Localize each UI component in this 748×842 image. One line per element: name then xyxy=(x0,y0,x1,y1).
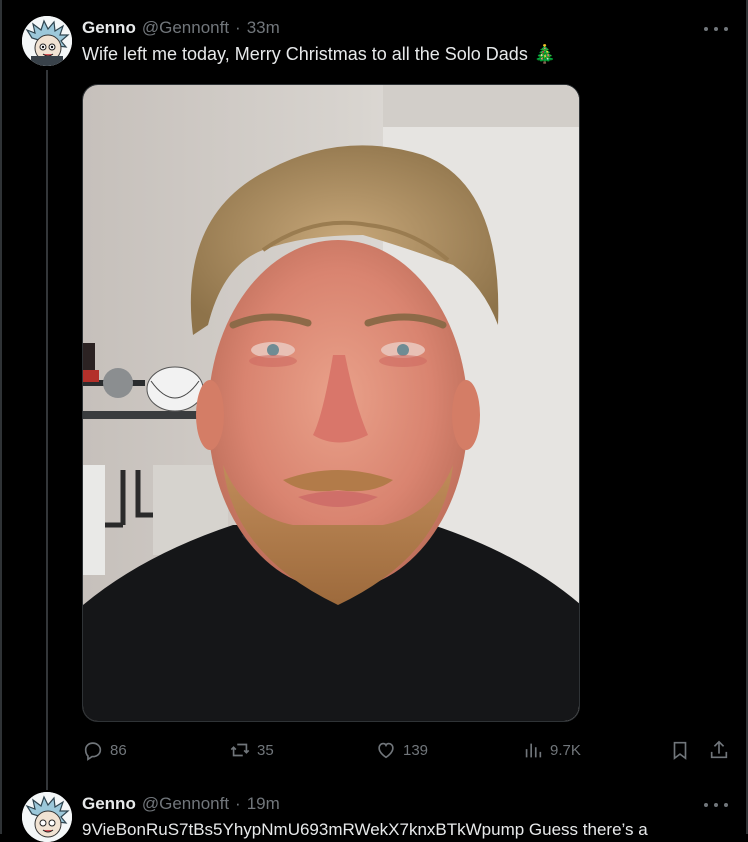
more-horizontal-icon xyxy=(704,803,708,807)
christmas-tree-emoji: 🎄 xyxy=(533,44,557,64)
reply-separator-dot: · xyxy=(235,794,241,813)
avatar[interactable] xyxy=(22,16,72,66)
author-name[interactable]: Genno xyxy=(82,17,136,39)
reply-more-options-button[interactable] xyxy=(704,798,728,812)
frame-left-border xyxy=(0,0,2,834)
like-button[interactable]: 139 xyxy=(375,738,428,762)
bookmark-button[interactable] xyxy=(669,738,691,762)
repost-count: 35 xyxy=(257,741,274,759)
like-count: 139 xyxy=(403,741,429,759)
tweet-text: Wife left me today, Merry Christmas to a… xyxy=(82,44,556,65)
reply-text: 9VieBonRuS7tBs5YhypNmU693mRWekX7knxBTkWp… xyxy=(82,820,648,839)
views-button[interactable]: 9.7K xyxy=(522,738,581,762)
share-button[interactable] xyxy=(708,738,730,762)
heart-icon xyxy=(378,742,394,759)
thread-connector-line xyxy=(46,70,48,790)
bookmark-icon xyxy=(673,741,687,760)
separator-dot: · xyxy=(235,18,241,37)
repost-button[interactable]: 35 xyxy=(229,738,274,762)
reply-button[interactable]: 86 xyxy=(82,738,127,762)
bar-chart-icon xyxy=(525,743,542,758)
avatar-illustration-icon xyxy=(22,16,72,66)
reply-author-name[interactable]: Genno xyxy=(82,793,136,815)
author-handle[interactable]: @Gennonft xyxy=(142,17,229,39)
tweet-image[interactable] xyxy=(82,84,580,722)
share-icon xyxy=(710,740,728,759)
tweet-header: Genno @Gennonft · 33m xyxy=(82,17,280,39)
view-count: 9.7K xyxy=(550,741,581,759)
more-options-button[interactable] xyxy=(704,22,728,36)
reply-count: 86 xyxy=(110,741,127,759)
reply-avatar[interactable] xyxy=(22,792,72,842)
tweet-text-body: Wife left me today, Merry Christmas to a… xyxy=(82,44,528,64)
reply-header: Genno @Gennonft · 19m xyxy=(82,793,280,815)
repost-icon xyxy=(230,743,250,757)
avatar-illustration-icon xyxy=(22,792,72,842)
tweet-actions-bar: 86 35 139 9.7K xyxy=(82,738,732,762)
reply-timestamp[interactable]: 19m xyxy=(247,793,280,815)
more-horizontal-icon xyxy=(704,27,708,31)
timestamp[interactable]: 33m xyxy=(247,17,280,39)
reply-icon xyxy=(84,742,102,761)
photo-illustration xyxy=(83,85,579,721)
reply-author-handle[interactable]: @Gennonft xyxy=(142,793,229,815)
